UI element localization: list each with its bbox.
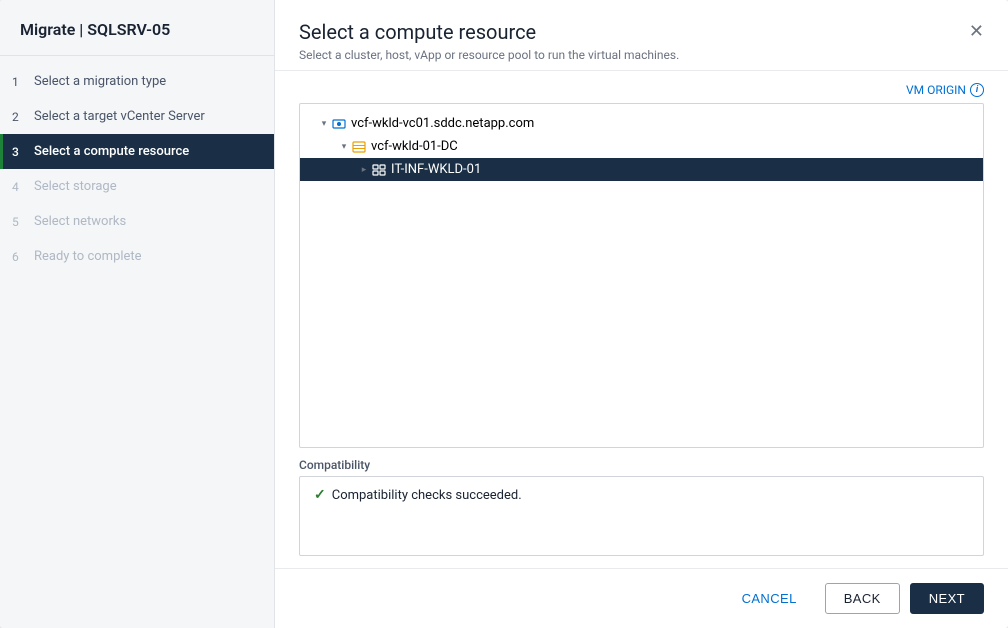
back-button[interactable]: BACK bbox=[825, 583, 900, 614]
tree-expand-icon[interactable]: ▸ bbox=[356, 165, 372, 175]
cluster-icon bbox=[372, 163, 386, 177]
cancel-button[interactable]: CANCEL bbox=[724, 584, 815, 613]
step-num: 6 bbox=[12, 250, 26, 264]
vcenter-icon bbox=[332, 117, 346, 131]
main-footer: CANCEL BACK NEXT bbox=[275, 568, 1008, 628]
sidebar-step-6: 6 Ready to complete bbox=[0, 239, 274, 274]
tree-node-dc[interactable]: ▾ vcf-wkld-01-DC bbox=[300, 135, 983, 158]
close-button[interactable]: ✕ bbox=[969, 23, 984, 41]
compatibility-section: Compatibility ✓ Compatibility checks suc… bbox=[299, 458, 984, 556]
vm-origin-bar: VM ORIGIN i bbox=[299, 83, 984, 97]
tree-label: vcf-wkld-01-DC bbox=[371, 139, 458, 154]
steps-list: 1 Select a migration type 2 Select a target… bbox=[0, 56, 274, 282]
compat-text: Compatibility checks succeeded. bbox=[332, 488, 522, 503]
main-panel: Select a compute resource ✕ Select a clu… bbox=[275, 0, 1008, 628]
tree-expand-icon[interactable]: ▾ bbox=[336, 142, 352, 152]
compatibility-box: ✓ Compatibility checks succeeded. bbox=[299, 476, 984, 556]
step-label: Select a compute resource bbox=[34, 144, 189, 159]
compatibility-message: ✓ Compatibility checks succeeded. bbox=[314, 487, 969, 503]
sidebar-step-1[interactable]: 1 Select a migration type bbox=[0, 64, 274, 99]
sidebar-step-5: 5 Select networks bbox=[0, 204, 274, 239]
sidebar-step-2[interactable]: 2 Select a target vCenter Server bbox=[0, 99, 274, 134]
step-num: 5 bbox=[12, 215, 26, 229]
step-num: 1 bbox=[12, 75, 26, 89]
datacenter-icon bbox=[352, 140, 366, 154]
compatibility-label: Compatibility bbox=[299, 458, 984, 472]
main-header: Select a compute resource ✕ Select a clu… bbox=[275, 0, 1008, 71]
step-num: 2 bbox=[12, 110, 26, 124]
step-label: Select a migration type bbox=[34, 74, 166, 89]
next-button[interactable]: NEXT bbox=[910, 583, 984, 614]
main-body: VM ORIGIN i ▾ vcf-wkld-vc01.sddc.netapp.… bbox=[275, 71, 1008, 568]
step-label: Ready to complete bbox=[34, 249, 142, 264]
tree-node-vcenter[interactable]: ▾ vcf-wkld-vc01.sddc.netapp.com bbox=[300, 112, 983, 135]
tree-label: vcf-wkld-vc01.sddc.netapp.com bbox=[351, 116, 534, 131]
tree-panel[interactable]: ▾ vcf-wkld-vc01.sddc.netapp.com ▾ vcf-wk… bbox=[299, 103, 984, 448]
step-label: Select a target vCenter Server bbox=[34, 109, 205, 124]
step-num: 4 bbox=[12, 180, 26, 194]
step-label: Select networks bbox=[34, 214, 126, 229]
tree-node-cluster[interactable]: ▸ IT-INF-WKLD-01 bbox=[300, 158, 983, 181]
page-subtitle: Select a cluster, host, vApp or resource… bbox=[299, 48, 984, 62]
sidebar-step-3[interactable]: 3 Select a compute resource bbox=[0, 134, 274, 169]
tree-label: IT-INF-WKLD-01 bbox=[391, 162, 481, 177]
tree-expand-icon[interactable]: ▾ bbox=[316, 119, 332, 129]
vm-origin-label: VM ORIGIN bbox=[906, 83, 966, 97]
page-title: Select a compute resource bbox=[299, 20, 536, 44]
main-title-row: Select a compute resource ✕ bbox=[299, 20, 984, 44]
step-label: Select storage bbox=[34, 179, 117, 194]
info-icon[interactable]: i bbox=[970, 83, 984, 97]
step-num: 3 bbox=[12, 145, 26, 159]
migrate-dialog: Migrate | SQLSRV-05 1 Select a migration … bbox=[0, 0, 1008, 628]
vm-origin-link[interactable]: VM ORIGIN i bbox=[906, 83, 984, 97]
dialog-title: Migrate | SQLSRV-05 bbox=[0, 0, 274, 56]
sidebar: Migrate | SQLSRV-05 1 Select a migration … bbox=[0, 0, 275, 628]
check-icon: ✓ bbox=[314, 487, 326, 503]
sidebar-step-4: 4 Select storage bbox=[0, 169, 274, 204]
